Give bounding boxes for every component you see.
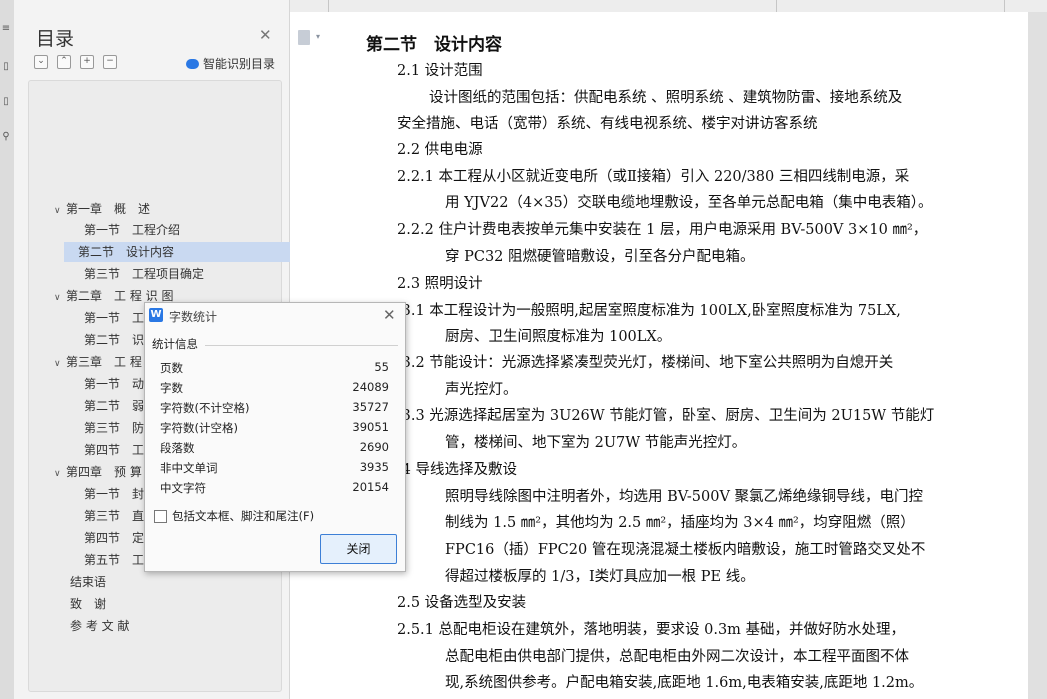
toc-title: 目录 — [36, 28, 75, 50]
close-icon[interactable]: ✕ — [383, 306, 396, 324]
toc-item[interactable]: 结束语 — [70, 572, 106, 592]
add-item-icon[interactable]: + — [80, 55, 94, 69]
document-icon[interactable] — [298, 30, 310, 45]
toc-item-label: 第一节 工程介绍 — [84, 223, 181, 237]
document-line: FPC16（插）FPC20 管在现浇混凝土楼板内暗敷设，施工时管路交叉处不 — [445, 542, 926, 558]
toc-item[interactable]: 第一节 工程介绍 — [70, 220, 180, 240]
document-line: 现,系统图供参考。户配电箱安装,底距地 1.6m,电表箱安装,底距地 1.2m。 — [445, 675, 924, 691]
document-line: 安全措施、电话（宽带）系统、有线电视系统、楼宇对讲访客系统 — [397, 116, 818, 132]
include-textbox-checkbox[interactable] — [154, 510, 167, 523]
document-line: 穿 PC32 阻燃硬管暗敷设，引至各分户配电箱。 — [445, 249, 755, 265]
expand-all-icon[interactable]: ⌃ — [57, 55, 71, 69]
cloud-icon — [186, 59, 199, 69]
toc-toggle-icon[interactable]: ≡ — [0, 22, 12, 36]
stat-value: 39051 — [352, 420, 389, 434]
document-line: 2.1 设计范围 — [397, 63, 483, 79]
scrollbar[interactable] — [1028, 12, 1047, 699]
toc-item-label: 结束语 — [70, 575, 107, 589]
dialog-title: 字数统计 — [169, 310, 218, 324]
document-line: 总配电柜由供电部门提供，总配电柜由外网二次设计，本工程平面图不体 — [445, 649, 909, 665]
toc-item[interactable]: ∨ 第一章 概 述 — [54, 199, 150, 219]
toc-item[interactable]: ∨ 第三章 工 程 量 — [54, 352, 158, 372]
wps-logo-icon: W — [149, 308, 163, 322]
smart-toc-label: 智能识别目录 — [203, 57, 276, 71]
chevron-down-icon[interactable]: ∨ — [54, 354, 66, 374]
close-icon[interactable]: ✕ — [259, 26, 272, 44]
toc-item-label: 第二节 设计内容 — [78, 245, 175, 259]
document-line: 2.5.1 总配电柜设在建筑外，落地明装，要求设 0.3m 基础，并做好防水处理… — [397, 622, 906, 638]
stat-label: 非中文单词 — [160, 461, 218, 475]
document-line: .3.3 光源选择起居室为 3U26W 节能灯管，卧室、厨房、卫生间为 2U15… — [397, 408, 935, 424]
document-line: 制线为 1.5 ㎜²，其他均为 2.5 ㎜²，插座均为 3×4 ㎜²，均穿阻燃（… — [445, 515, 915, 531]
document-line: 2.2.1 本工程从小区就近变电所（或Ⅱ接箱）引入 220/380 三相四线制电… — [397, 169, 910, 185]
document-line: 照明导线除图中注明者外，均选用 BV-500V 聚氯乙烯绝缘铜导线，电门控 — [445, 489, 924, 505]
document-line: 用 YJV22（4×35）交联电缆地埋敷设，至各单元总配电箱（集中电表箱）。 — [445, 195, 933, 211]
divider — [205, 345, 398, 346]
stat-label: 段落数 — [160, 441, 195, 455]
document-line: 厨房、卫生间照度标准为 100LX。 — [445, 329, 672, 345]
document-line: 2.2.2 住户计费电表按单元集中安装在 1 层，用户电源采用 BV-500V … — [397, 222, 928, 238]
chevron-down-icon[interactable]: ∨ — [54, 464, 66, 484]
remove-item-icon[interactable]: − — [103, 55, 117, 69]
smart-toc-button[interactable]: 智能识别目录 — [186, 55, 275, 72]
dialog-titlebar[interactable]: W 字数统计 ✕ — [145, 303, 405, 329]
chevron-down-icon[interactable]: ∨ — [54, 201, 66, 221]
stat-value: 24089 — [352, 380, 389, 394]
side-toolbar: ≡ ▯ ▯ ⚲ — [0, 0, 15, 699]
toc-item[interactable]: ∨ 第四章 预 算 书 — [54, 462, 158, 482]
toc-item[interactable]: 参 考 文 献 — [70, 616, 129, 636]
document-line: 2.2 供电电源 — [397, 142, 483, 158]
chevron-down-icon[interactable]: ∨ — [54, 288, 66, 308]
chevron-down-icon[interactable]: ▾ — [316, 32, 320, 41]
toc-item-label: 第三节 工程项目确定 — [84, 267, 205, 281]
document-line: 管，楼梯间、地下室为 2U7W 节能声光控灯。 — [445, 435, 747, 451]
stat-label: 页数 — [160, 361, 183, 375]
document-line: .4 导线选择及敷设 — [397, 462, 517, 478]
toc-item[interactable]: 第三节 工程项目确定 — [70, 264, 204, 284]
stat-label: 字符数(不计空格) — [160, 401, 250, 415]
document-line: 声光控灯。 — [445, 382, 518, 398]
search-icon[interactable]: ⚲ — [0, 130, 12, 144]
document-line: 设计图纸的范围包括：供配电系统 、照明系统 、建筑物防雷、接地系统及 — [429, 90, 903, 106]
word-count-dialog: W 字数统计 ✕ 统计信息 页数 55 字数 24089 字符数(不计空格) 35727 字… — [144, 302, 406, 572]
bookmark-icon[interactable]: ▯ — [0, 60, 12, 74]
stat-value: 55 — [374, 360, 389, 374]
stat-value: 35727 — [352, 400, 389, 414]
toc-item-label: 第二章 工 程 识 图 — [66, 289, 174, 303]
toc-item[interactable]: 致 谢 — [70, 594, 106, 614]
toc-item-label: 参 考 文 献 — [70, 619, 130, 633]
section-title: 统计信息 — [152, 337, 198, 351]
page-icon[interactable]: ▯ — [0, 95, 12, 109]
close-button[interactable]: 关闭 — [320, 534, 397, 564]
include-textbox-label[interactable]: 包括文本框、脚注和尾注(F) — [172, 508, 314, 524]
stat-label: 字符数(计空格) — [160, 421, 238, 435]
stat-label: 中文字符 — [160, 481, 206, 495]
document-heading: 第二节 设计内容 — [366, 35, 502, 55]
stat-label: 字数 — [160, 381, 183, 395]
document-line: 得超过楼板厚的 1/3，Ⅰ类灯具应加一根 PE 线。 — [445, 569, 755, 585]
collapse-all-icon[interactable]: ⌄ — [34, 55, 48, 69]
document-line: 2.5 设备选型及安装 — [397, 595, 527, 611]
document-line: .3.2 节能设计：光源选择紧凑型荧光灯，楼梯间、地下室公共照明为自熄开关 — [397, 355, 894, 371]
toc-item-label: 第一章 概 述 — [66, 202, 151, 216]
toc-item-label: 致 谢 — [70, 597, 107, 611]
toc-item[interactable]: 第二节 设计内容 — [64, 242, 300, 262]
stat-value: 3935 — [359, 460, 389, 474]
document-line: .3.1 本工程设计为一般照明,起居室照度标准为 100LX,卧室照度标准为 7… — [397, 303, 901, 319]
stat-value: 20154 — [352, 480, 389, 494]
document-line: 2.3 照明设计 — [397, 276, 483, 292]
stat-value: 2690 — [359, 440, 389, 454]
